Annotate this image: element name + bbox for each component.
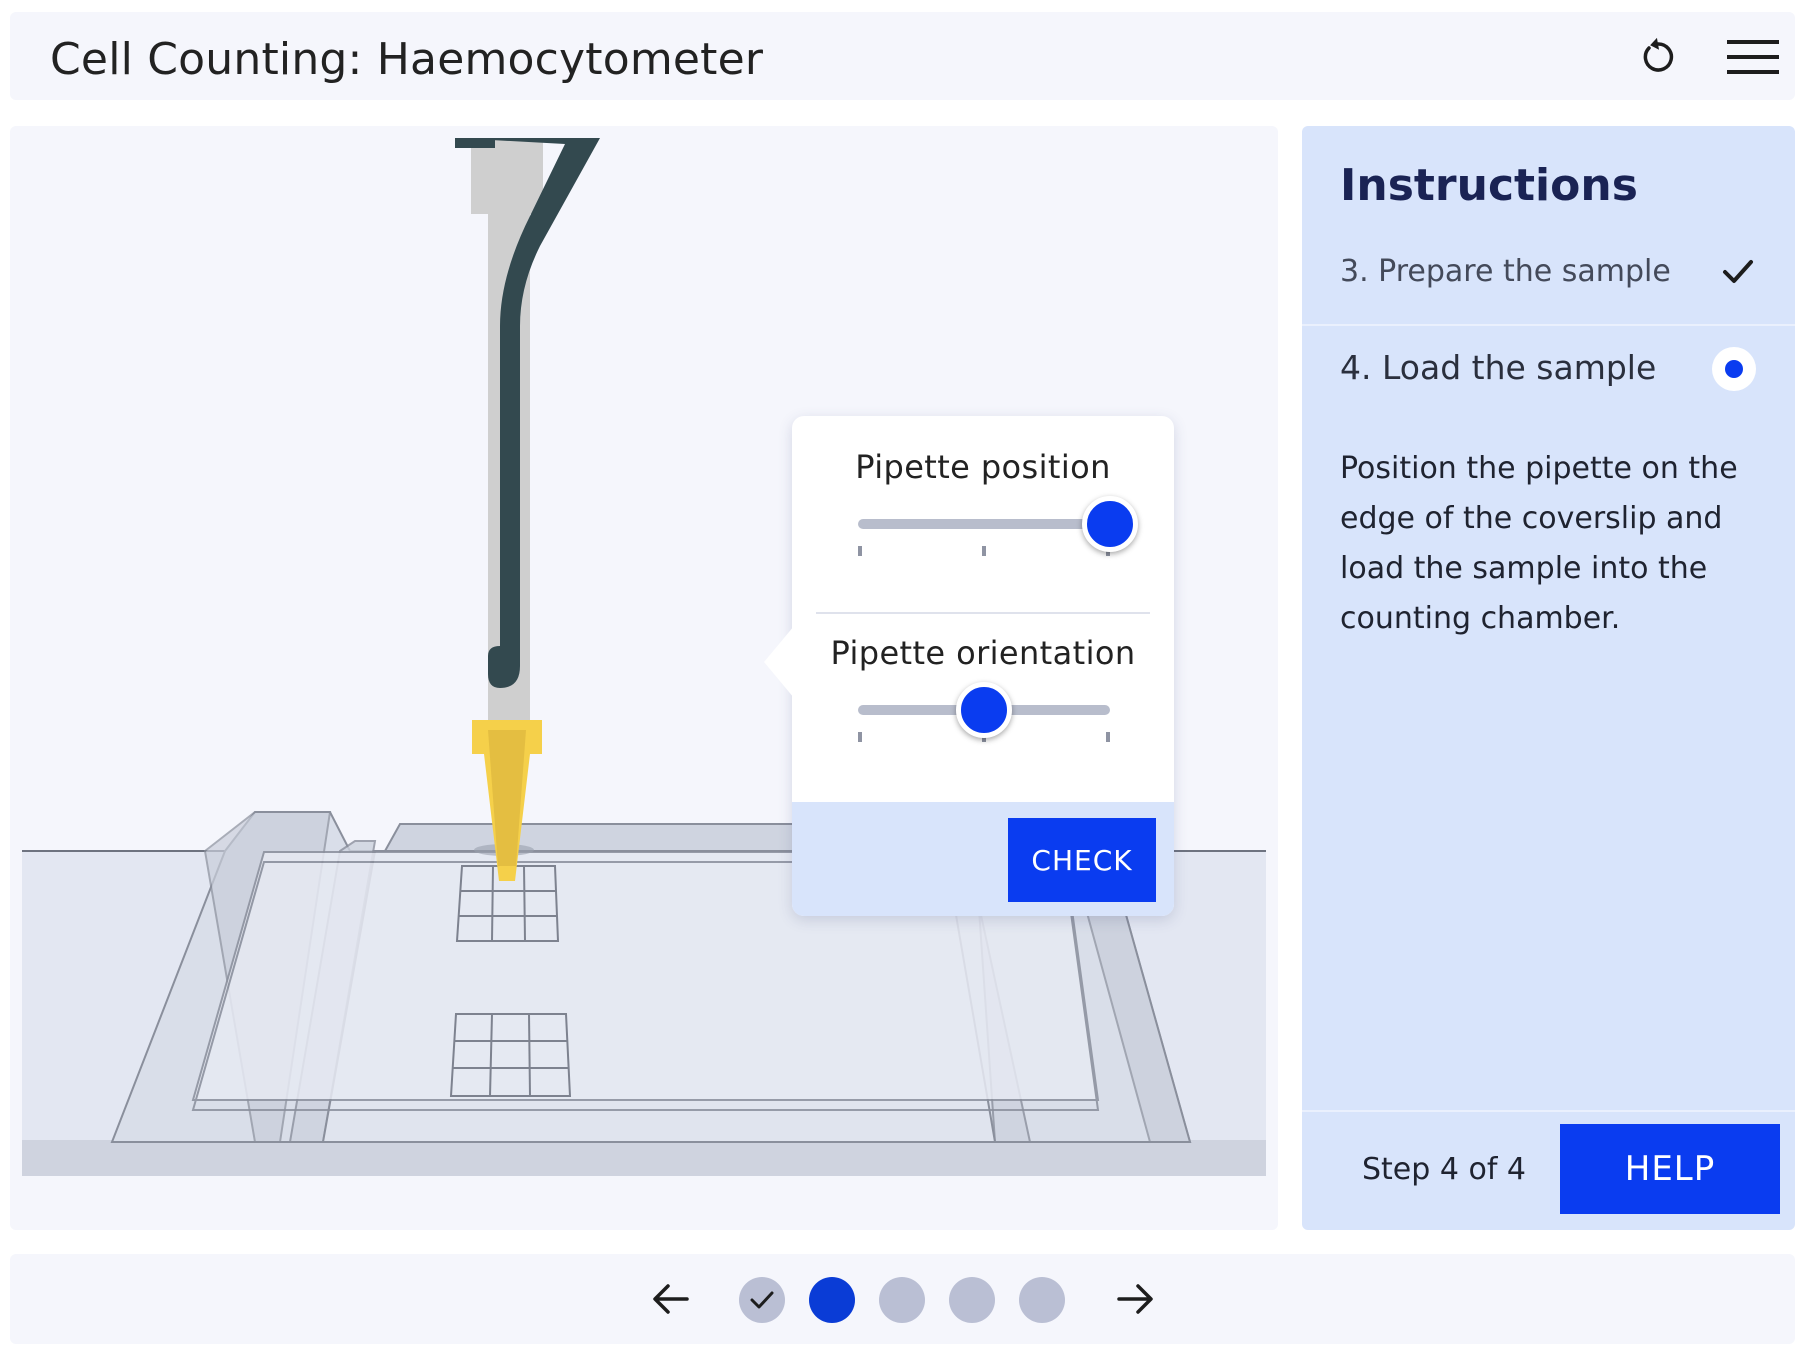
reset-icon bbox=[1643, 37, 1674, 72]
pipette-position-label: Pipette position bbox=[855, 448, 1111, 486]
instructions-panel: Instructions 3. Prepare the sample 4. Lo… bbox=[1302, 126, 1795, 1230]
step-dot-current[interactable] bbox=[809, 1277, 855, 1323]
step-counter: Step 4 of 4 bbox=[1362, 1152, 1527, 1187]
hamburger-menu-icon bbox=[1727, 40, 1779, 74]
slider-tick bbox=[858, 546, 862, 556]
pipette-position-slider[interactable] bbox=[858, 494, 1138, 556]
step-item-prepare-sample[interactable]: 3. Prepare the sample bbox=[1302, 236, 1795, 326]
slider-tick bbox=[1106, 732, 1110, 742]
control-divider bbox=[816, 612, 1150, 614]
previous-button[interactable] bbox=[646, 1274, 696, 1324]
instructions-title: Instructions bbox=[1340, 160, 1638, 211]
next-button[interactable] bbox=[1110, 1274, 1160, 1324]
reset-button[interactable] bbox=[1630, 30, 1684, 84]
checkmark-icon bbox=[1723, 260, 1753, 283]
slider-tick bbox=[982, 546, 986, 556]
pipette bbox=[455, 138, 600, 881]
slider-thumb[interactable] bbox=[1082, 496, 1138, 552]
page-title: Cell Counting: Haemocytometer bbox=[50, 34, 764, 85]
popup-footer: CHECK bbox=[792, 802, 1174, 916]
arrow-left-icon bbox=[653, 1284, 689, 1314]
step-navigation bbox=[10, 1254, 1795, 1344]
radio-dot bbox=[1725, 360, 1743, 378]
help-button[interactable]: HELP bbox=[1560, 1124, 1780, 1214]
slider-tick bbox=[858, 732, 862, 742]
pipette-orientation-slider[interactable] bbox=[858, 680, 1110, 742]
panel-footer: Step 4 of 4 HELP bbox=[1302, 1110, 1795, 1230]
slider-thumb[interactable] bbox=[956, 682, 1012, 738]
app-header: Cell Counting: Haemocytometer bbox=[10, 12, 1795, 100]
current-step-label: 4. Load the sample bbox=[1340, 348, 1657, 387]
step-dot-complete[interactable] bbox=[739, 1277, 785, 1323]
step-dot[interactable] bbox=[1019, 1277, 1065, 1323]
popup-pointer bbox=[764, 626, 794, 698]
checkmark-icon bbox=[750, 1291, 774, 1309]
pipette-orientation-label: Pipette orientation bbox=[830, 634, 1136, 672]
step-dot[interactable] bbox=[879, 1277, 925, 1323]
pipette-controls-popup: Pipette position Pipette orientation CHE… bbox=[764, 416, 1174, 916]
slider-track bbox=[858, 519, 1110, 529]
arrow-right-icon bbox=[1117, 1284, 1153, 1314]
menu-button[interactable] bbox=[1726, 30, 1780, 84]
step-dot[interactable] bbox=[949, 1277, 995, 1323]
check-button[interactable]: CHECK bbox=[1008, 818, 1156, 902]
step-description: Position the pipette on the edge of the … bbox=[1340, 451, 1738, 636]
simulation-scene: Pipette position Pipette orientation CHE… bbox=[10, 126, 1278, 1230]
current-step-radio-icon bbox=[1712, 347, 1756, 391]
step-label: 3. Prepare the sample bbox=[1340, 254, 1671, 289]
